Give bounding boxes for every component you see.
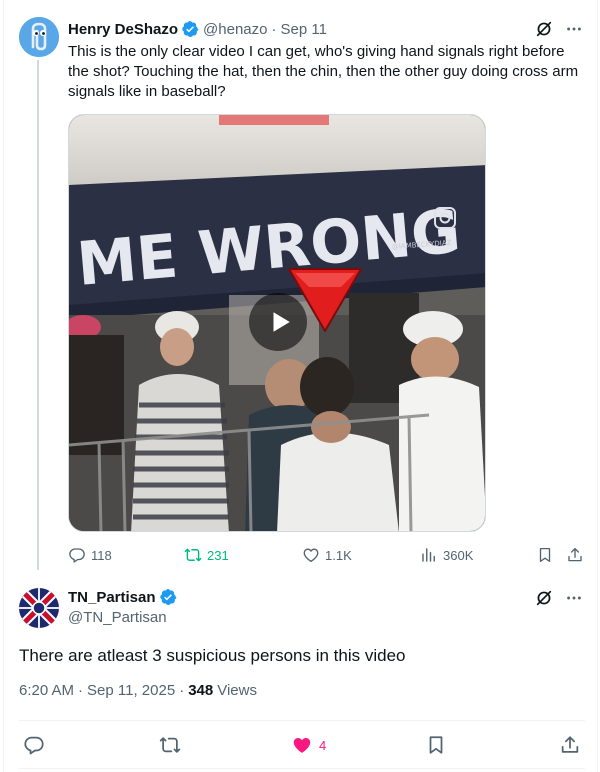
grok-icon[interactable] xyxy=(534,588,554,608)
reply-meta-line: 6:20 AM · Sep 11, 2025 · 348 Views xyxy=(19,682,257,699)
play-button[interactable] xyxy=(249,293,307,351)
verified-badge-icon[interactable] xyxy=(181,20,199,38)
reply-text: There are atleast 3 suspicious persons i… xyxy=(19,646,406,665)
paperclip-avatar-icon xyxy=(19,17,59,57)
tweet-date[interactable]: Sep 11 xyxy=(281,21,327,38)
column-border-left xyxy=(3,0,4,772)
like-button[interactable]: 4 xyxy=(291,734,326,756)
tweet-engagement-bar: 118 231 1.1K 360K xyxy=(68,544,588,566)
divider xyxy=(19,720,585,721)
bookmark-button[interactable] xyxy=(425,734,447,756)
bookmark-button[interactable] xyxy=(536,544,559,566)
reply-time[interactable]: 6:20 AM xyxy=(19,682,74,699)
tweet-video[interactable]: ME WRONG @IAMBECKYDIAZ xyxy=(68,114,486,532)
repost-button[interactable] xyxy=(159,734,181,756)
repost-icon xyxy=(159,737,181,753)
like-count: 4 xyxy=(319,737,327,753)
verified-badge-icon[interactable] xyxy=(159,588,177,606)
tennessee-flag-avatar-icon xyxy=(19,588,59,628)
reply-count: 118 xyxy=(91,547,112,563)
views-button[interactable]: 360K xyxy=(420,544,473,566)
reply-button[interactable] xyxy=(23,734,45,756)
share-icon xyxy=(561,736,579,753)
author-display-name[interactable]: Henry DeShazo xyxy=(68,21,178,38)
heart-icon xyxy=(303,548,319,563)
divider xyxy=(19,768,585,769)
tweet-top-actions xyxy=(534,19,584,39)
heart-filled-icon xyxy=(293,737,311,753)
reply-button[interactable]: 118 xyxy=(68,544,112,566)
play-icon xyxy=(273,312,290,332)
more-options-icon[interactable] xyxy=(564,19,584,39)
tweet-thread-page: Henry DeShazo @henazo · Sep 11 This is t… xyxy=(0,0,600,772)
repost-count: 231 xyxy=(207,547,229,563)
reply-action-bar: 4 xyxy=(19,730,585,760)
tweet-text: This is the only clear video I can get, … xyxy=(68,43,579,100)
separator-dot: · xyxy=(179,682,185,699)
repost-button[interactable]: 231 xyxy=(184,544,229,566)
views-bar-chart-icon xyxy=(422,548,435,562)
author-handle[interactable]: @henazo xyxy=(203,21,267,38)
like-button[interactable]: 1.1K xyxy=(302,544,352,566)
reply-views-label: Views xyxy=(217,682,257,699)
like-count: 1.1K xyxy=(325,547,352,563)
share-button[interactable] xyxy=(566,544,589,566)
author-avatar[interactable] xyxy=(19,17,59,57)
column-border-right xyxy=(597,0,598,772)
separator-dot: · xyxy=(78,682,84,699)
views-count: 360K xyxy=(443,547,474,563)
more-options-icon[interactable] xyxy=(564,588,584,608)
reply-header: TN_Partisan xyxy=(68,588,181,606)
reply-icon xyxy=(69,548,85,563)
share-icon xyxy=(568,547,582,562)
thread-connector-line xyxy=(37,60,39,570)
bookmark-icon xyxy=(539,547,551,563)
grok-icon[interactable] xyxy=(534,19,554,39)
reply-author-display-name[interactable]: TN_Partisan xyxy=(68,589,156,606)
separator-dot: · xyxy=(271,20,277,38)
reply-icon xyxy=(24,736,44,755)
tweet-header: Henry DeShazo @henazo · Sep 11 xyxy=(68,19,327,39)
bookmark-icon xyxy=(429,736,443,754)
reply-top-actions xyxy=(534,588,584,608)
reply-author-handle[interactable]: @TN_Partisan xyxy=(68,609,167,626)
repost-icon xyxy=(184,548,202,562)
reply-views-count: 348 xyxy=(188,682,214,699)
reply-date[interactable]: Sep 11, 2025 xyxy=(87,682,175,699)
reply-author-avatar[interactable] xyxy=(19,588,59,628)
share-button[interactable] xyxy=(559,734,581,756)
